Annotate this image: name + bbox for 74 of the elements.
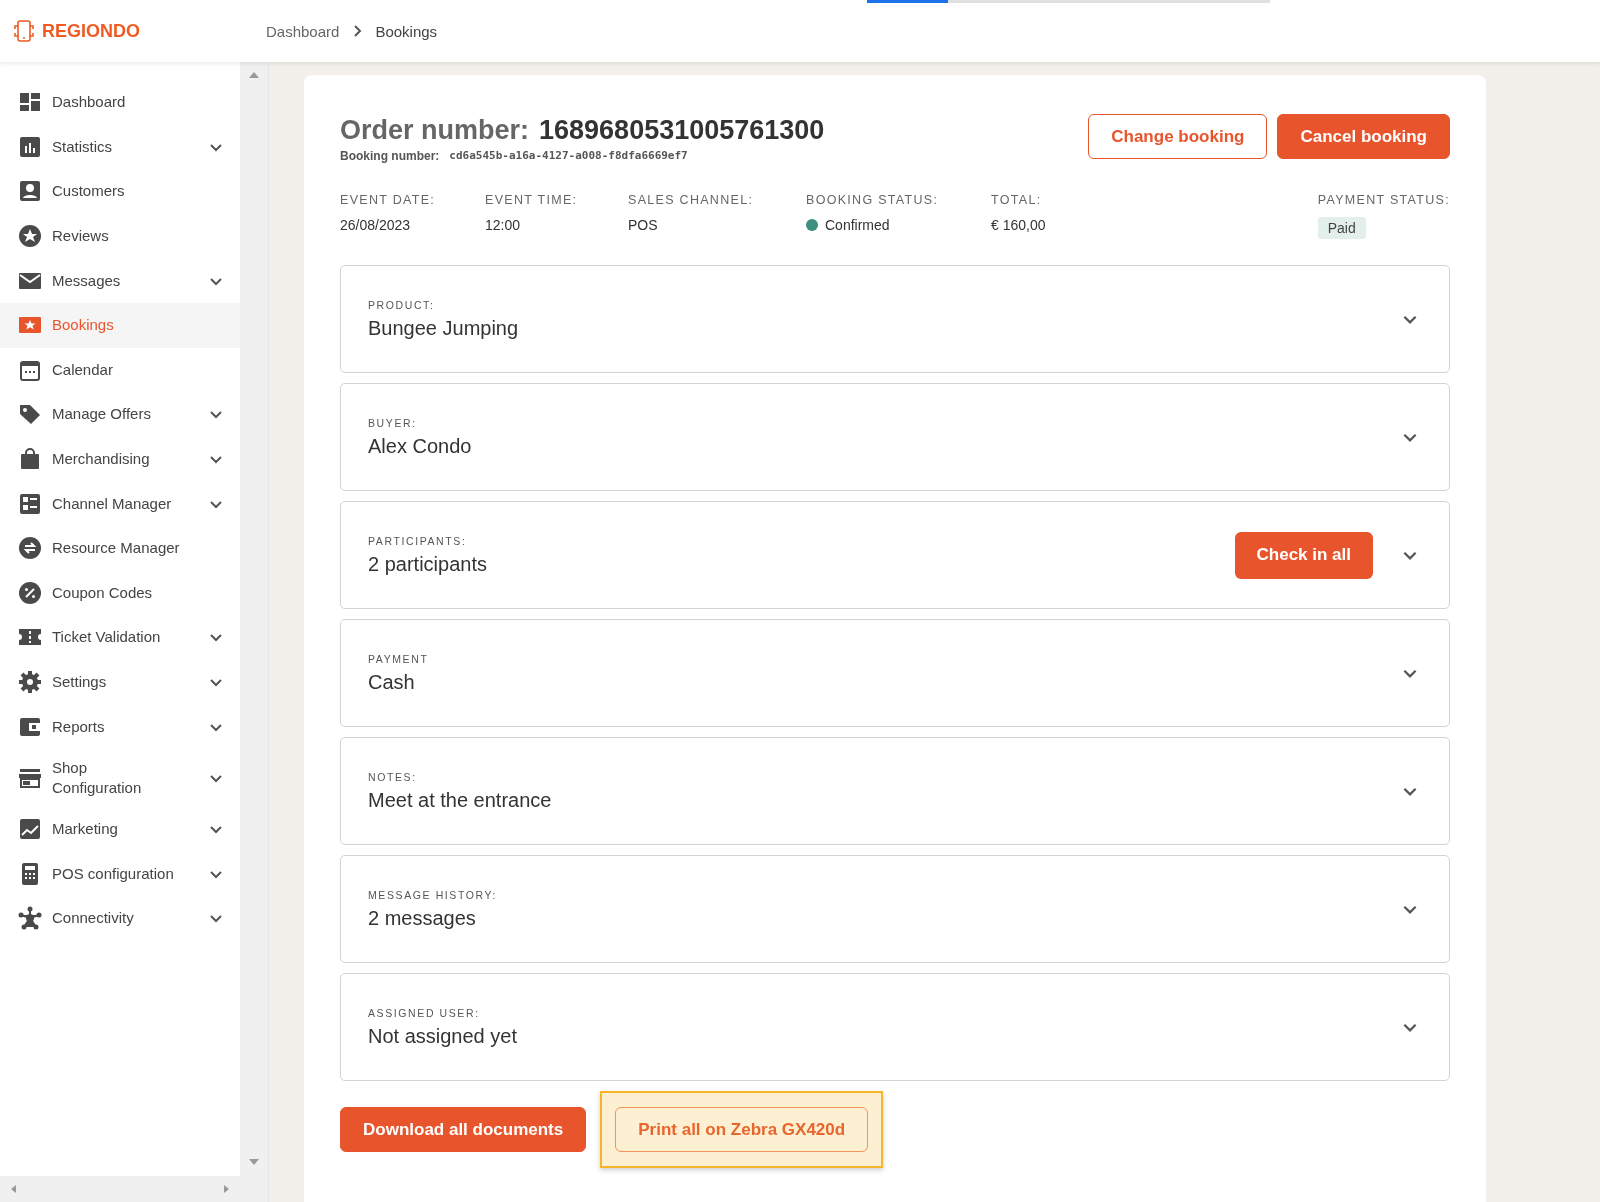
panel-value: Meet at the entrance [368,788,553,812]
sidebar-item[interactable]: Reviews [0,213,240,259]
sidebar-item[interactable]: Channel Manager [0,481,240,526]
sidebar-item[interactable]: Ticket Validation [0,615,240,660]
settings-icon [18,670,42,694]
sidebar-item[interactable]: Shop Configuration [0,748,240,807]
accordion-panel[interactable]: PAYMENT Cash [340,619,1450,727]
sidebar-item[interactable]: Connectivity [0,896,240,941]
check-in-all-button[interactable]: Check in all [1234,531,1373,579]
order-number: 1689680531005761300 [539,115,825,146]
accordion-panel[interactable]: MESSAGE HISTORY: 2 messages [340,855,1450,963]
field-value: POS [628,217,658,233]
panel-label: ASSIGNED USER: [368,1006,481,1019]
sidebar-item[interactable]: Manage Offers [0,392,240,437]
panel-label: NOTES: [368,770,418,783]
panel-value: 2 messages [368,906,477,930]
person-card-icon [18,179,42,204]
accordion-panel[interactable]: PARTICIPANTS: 2 participants Check in all [340,501,1450,609]
chart-card-icon [18,817,42,842]
percent-circle-icon [18,580,42,605]
booking-number: cd6a545b-a16a-4127-a008-f8dfa6669ef7 [449,149,688,163]
field-label: TOTAL: [991,193,1043,207]
sidebar-item[interactable]: Customers [0,169,240,214]
panel-value: Cash [368,670,416,694]
panel-value: Bungee Jumping [368,316,520,340]
booking-number-label: Booking number: [340,149,440,163]
tag-icon [18,402,42,427]
sidebar-item[interactable]: Calendar [0,347,240,393]
logo-icon [12,19,36,43]
sidebar-item[interactable]: Resource Manager [0,525,240,571]
breadcrumb-link[interactable]: Bookings [375,22,438,40]
field-value: Confirmed [825,217,890,233]
network-icon [18,906,42,931]
field-label: SALES CHANNEL: [628,193,755,207]
breadcrumb-link[interactable]: Dashboard [266,22,340,40]
status-badge: Paid [1317,217,1366,239]
accordion-panel[interactable]: NOTES: Meet at the entrance [340,737,1450,845]
panel-label: PARTICIPANTS: [368,534,468,547]
shopping-bag-icon [18,447,42,472]
field-label: PAYMENT STATUS: [1317,193,1450,207]
sidebar-item[interactable]: Reports [0,704,240,749]
sidebar-item[interactable]: Messages [0,258,240,303]
field-value: 26/08/2023 [340,217,411,233]
panel-value: Not assigned yet [368,1024,518,1048]
swap-circle-icon [18,536,42,561]
field-label: BOOKING STATUS: [806,193,940,207]
field-label: EVENT TIME: [485,193,579,207]
field-value: € 160,00 [991,217,1046,233]
order-number-label: Order number: [340,115,530,146]
logo-text: REGIONDO [42,20,140,42]
change-booking-button[interactable]: Change booking [1088,114,1268,159]
panel-value: 2 participants [368,552,488,576]
field-value: 12:00 [485,217,521,233]
sidebar-item[interactable]: Statistics [0,124,240,170]
list-icon [18,491,42,516]
sidebar-item[interactable]: Dashboard [0,80,240,125]
cancel-booking-button[interactable]: Cancel booking [1277,114,1450,159]
sidebar-item[interactable]: Marketing [0,806,240,852]
sidebar-item[interactable]: POS configuration [0,851,240,897]
sidebar-item[interactable]: Merchandising [0,436,240,482]
bar-chart-icon [18,134,42,159]
accordion-panel[interactable]: ASSIGNED USER: Not assigned yet [340,973,1450,1081]
sidebar-item[interactable]: Settings [0,659,240,705]
accordion-panel[interactable]: PRODUCT: Bungee Jumping [340,265,1450,373]
download-button[interactable]: Download all documents [340,1107,587,1152]
panel-label: MESSAGE HISTORY: [368,888,499,901]
panel-label: PAYMENT [368,652,430,665]
field-label: EVENT DATE: [340,193,437,207]
panel-value: Alex Condo [368,434,473,458]
star-circle-icon [18,224,42,249]
accordion-panel[interactable]: BUYER: Alex Condo [340,383,1450,491]
sidebar-item[interactable]: Coupon Codes [0,570,240,616]
panel-label: BUYER: [368,416,418,429]
panel-label: PRODUCT: [368,298,436,311]
